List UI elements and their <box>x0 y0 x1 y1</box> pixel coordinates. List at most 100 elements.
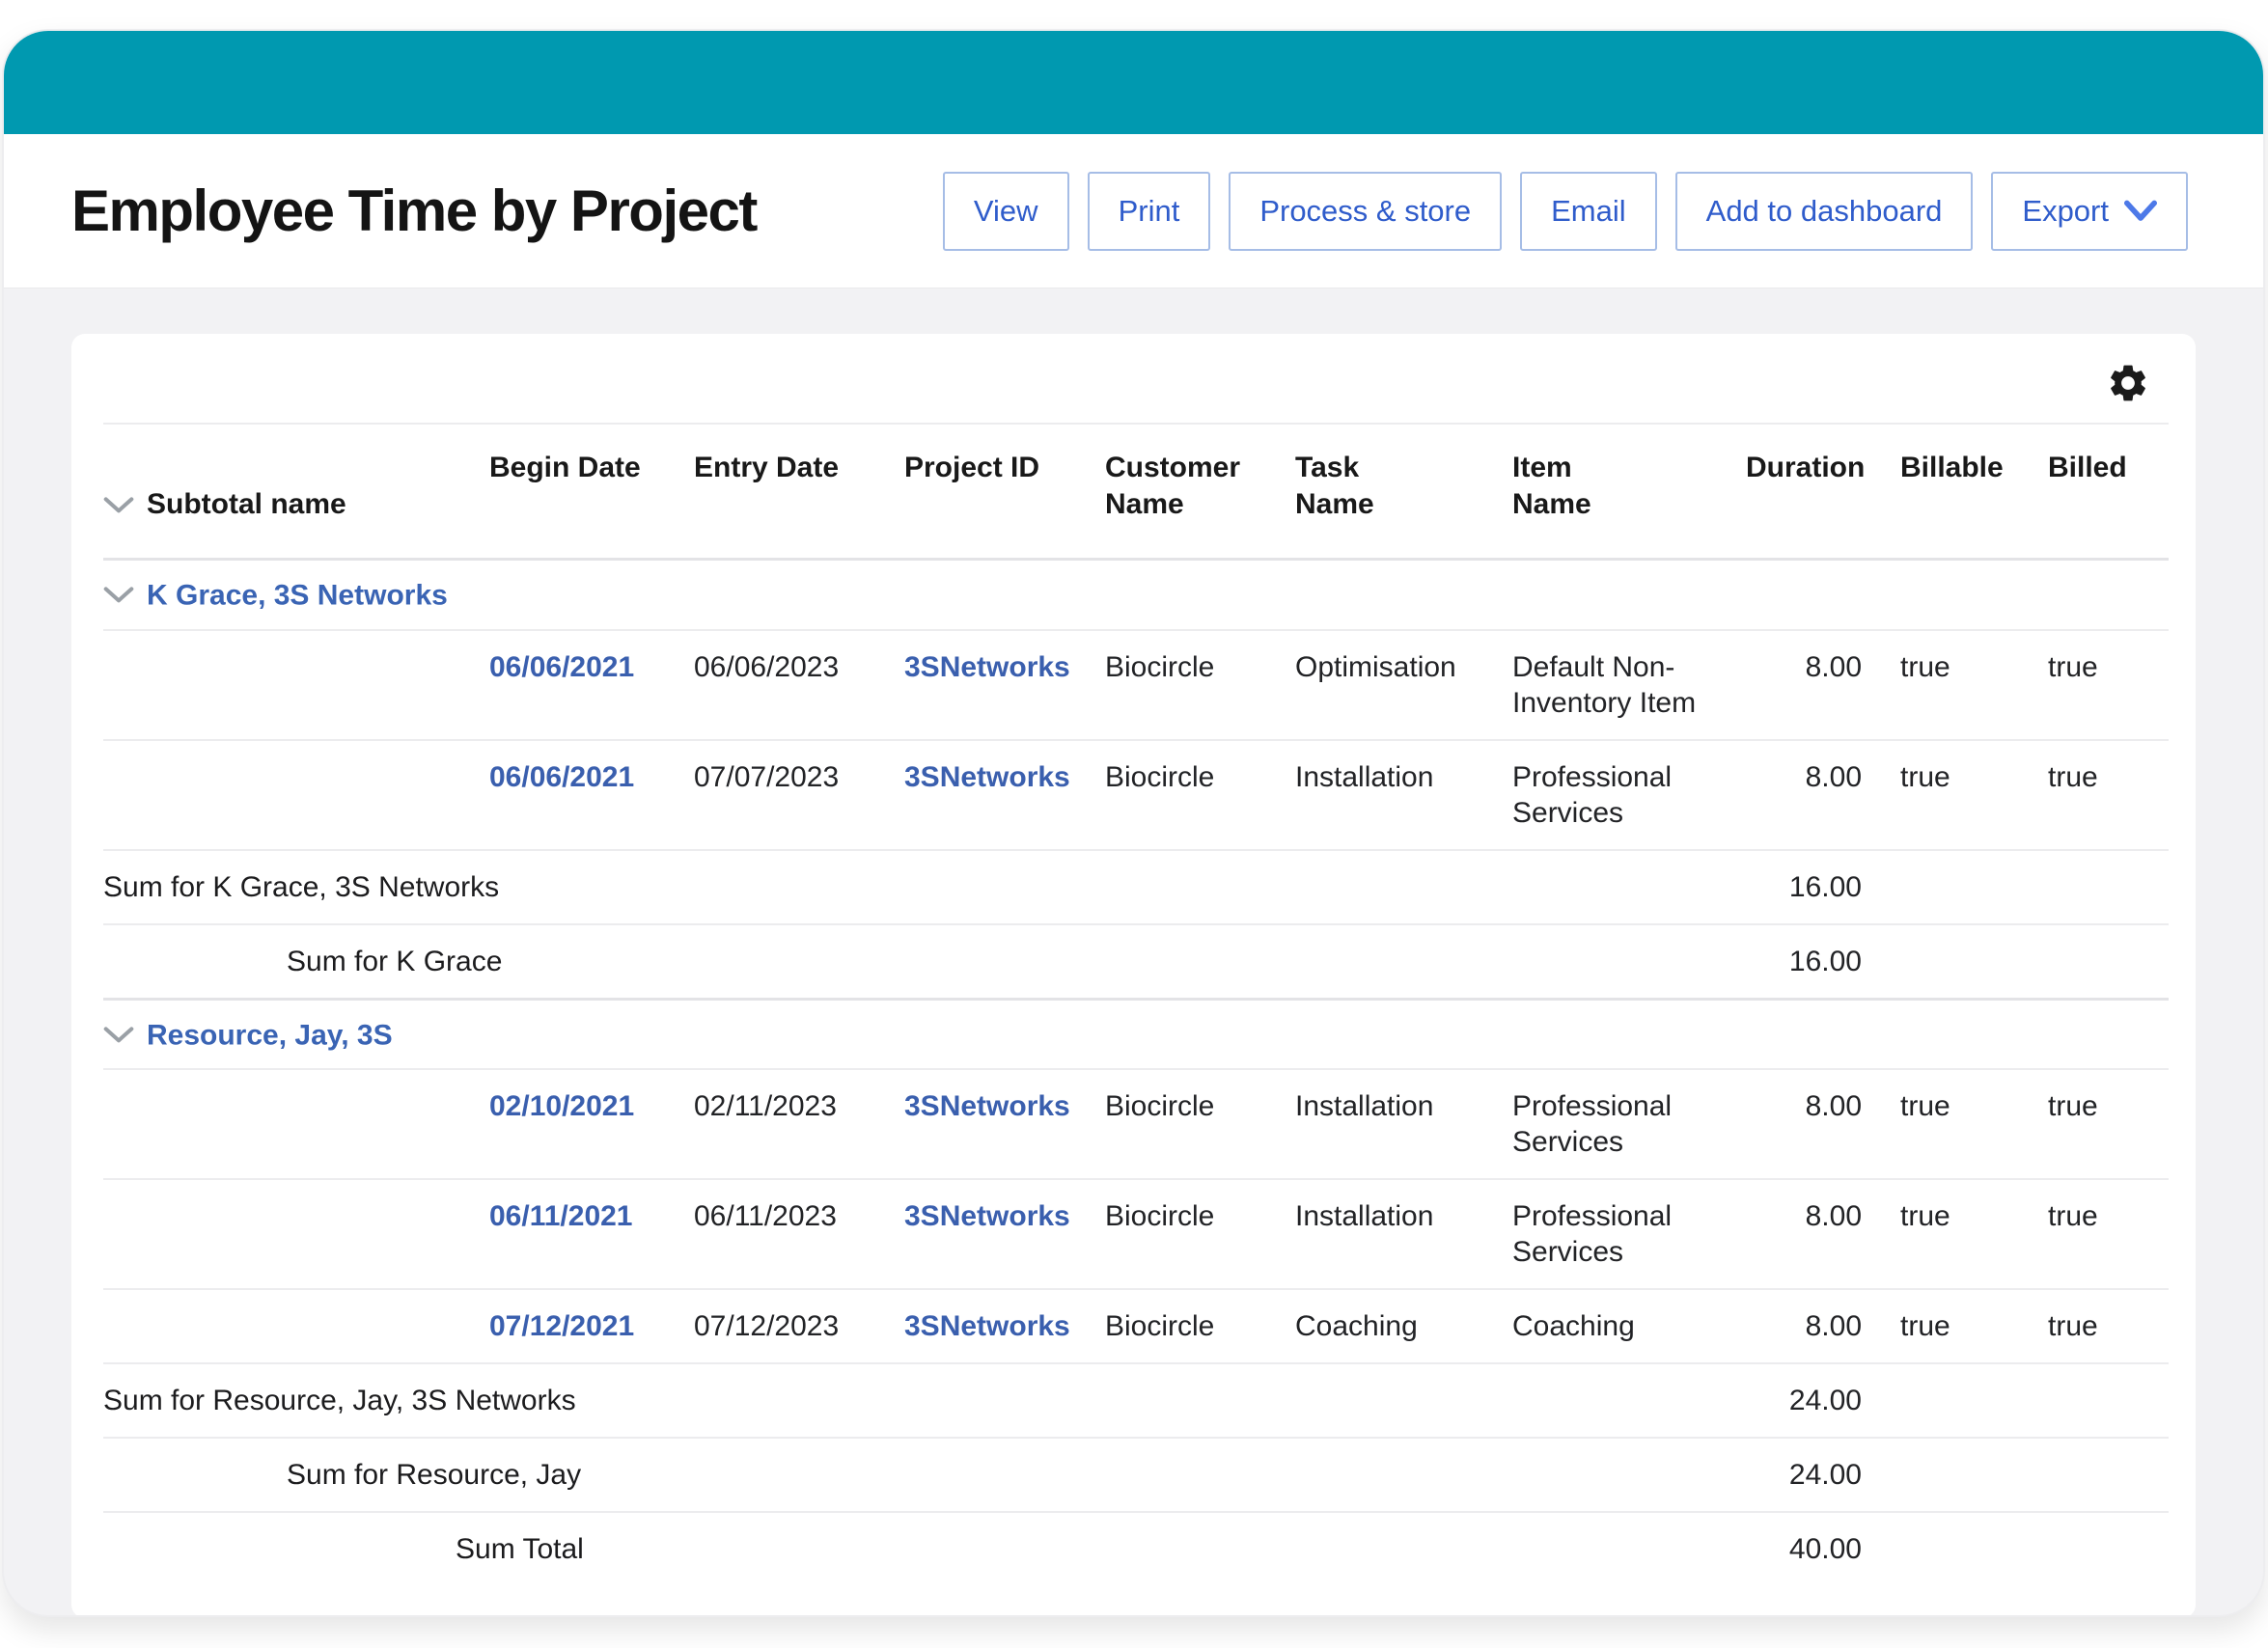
report-card: Subtotal name Begin Date Entry Date Proj… <box>71 334 2196 1617</box>
project-id-link[interactable]: 3SNetworks <box>904 1310 1070 1342</box>
customer-name-cell: Biocircle <box>1105 1289 1295 1363</box>
duration-cell: 8.00 <box>1746 1179 1900 1289</box>
sum-label: Sum for Resource, Jay <box>103 1438 1746 1512</box>
chevron-down-icon[interactable] <box>103 495 134 516</box>
table-row: 06/11/2021 06/11/20233SNetworks BiocircleI… <box>103 1179 2169 1289</box>
begin-date-link[interactable]: 02/10/2021 <box>489 1090 634 1122</box>
sum-label: Sum for K Grace, 3S Networks <box>103 850 1746 924</box>
print-button[interactable]: Print <box>1088 172 1211 251</box>
process-and-store-button[interactable]: Process & store <box>1229 172 1502 251</box>
view-button-label: View <box>974 194 1038 229</box>
subtotal-cell <box>103 1069 489 1179</box>
group-label-link[interactable]: Resource, Jay, 3S <box>147 1019 393 1051</box>
toolbar: View Print Process & store Email Add to … <box>943 172 2188 251</box>
customer-name-cell: Biocircle <box>1105 740 1295 850</box>
gear-icon[interactable] <box>2106 361 2150 405</box>
billable-cell: true <box>1900 1069 2048 1179</box>
chevron-down-icon[interactable] <box>103 1025 134 1046</box>
email-button[interactable]: Email <box>1520 172 1657 251</box>
chevron-down-icon[interactable] <box>103 585 134 606</box>
sum-duration-value: 24.00 <box>1746 1438 1900 1512</box>
item-name-cell: Professional Services <box>1512 740 1746 850</box>
group-header-cell: Resource, Jay, 3S <box>103 999 2169 1069</box>
billed-cell: true <box>2048 630 2169 740</box>
subtotal-cell <box>103 740 489 850</box>
customer-name-cell: Biocircle <box>1105 1069 1295 1179</box>
column-header-billable: Billable <box>1900 424 2048 560</box>
billable-cell: true <box>1900 740 2048 850</box>
begin-date-link[interactable]: 06/11/2021 <box>489 1200 633 1232</box>
duration-cell: 8.00 <box>1746 1289 1900 1363</box>
group-header-cell: K Grace, 3S Networks <box>103 560 2169 630</box>
sum-duration-value: 40.00 <box>1746 1512 1900 1585</box>
entry-date-cell: 07/07/2023 <box>694 740 904 850</box>
column-header-begin-date: Begin Date <box>489 424 694 560</box>
column-header-project-id: Project ID <box>904 424 1105 560</box>
duration-cell: 8.00 <box>1746 1069 1900 1179</box>
project-id-cell: 3SNetworks <box>904 740 1105 850</box>
column-header-entry-date: Entry Date <box>694 424 904 560</box>
project-id-link[interactable]: 3SNetworks <box>904 651 1070 683</box>
begin-date-cell: 06/06/2021 <box>489 740 694 850</box>
sum-row: Sum for Resource, Jay24.00 <box>103 1438 2169 1512</box>
sum-duration-value: 16.00 <box>1746 924 1900 1000</box>
empty-cell <box>1900 1512 2048 1585</box>
sum-row: Sum Total40.00 <box>103 1512 2169 1585</box>
project-id-cell: 3SNetworks <box>904 1289 1105 1363</box>
begin-date-link[interactable]: 06/06/2021 <box>489 651 634 683</box>
export-button[interactable]: Export <box>1991 172 2188 251</box>
column-header-subtotal-name: Subtotal name <box>103 424 489 560</box>
empty-cell <box>1900 1363 2048 1438</box>
billed-cell: true <box>2048 1069 2169 1179</box>
view-button[interactable]: View <box>943 172 1069 251</box>
sum-label: Sum for K Grace <box>103 924 1746 1000</box>
billed-cell: true <box>2048 740 2169 850</box>
process-and-store-button-label: Process & store <box>1259 194 1471 229</box>
add-to-dashboard-button[interactable]: Add to dashboard <box>1675 172 1974 251</box>
entry-date-cell: 06/11/2023 <box>694 1179 904 1289</box>
sum-row: Sum for K Grace, 3S Networks16.00 <box>103 850 2169 924</box>
project-id-cell: 3SNetworks <box>904 1069 1105 1179</box>
report-body: Subtotal name Begin Date Entry Date Proj… <box>4 288 2263 1617</box>
entry-date-cell: 02/11/2023 <box>694 1069 904 1179</box>
page-title: Employee Time by Project <box>71 178 757 244</box>
begin-date-link[interactable]: 07/12/2021 <box>489 1310 634 1342</box>
table-row: 06/06/2021 06/06/20233SNetworks BiocircleO… <box>103 630 2169 740</box>
chevron-down-icon <box>2124 199 2157 224</box>
group-header-row: Resource, Jay, 3S <box>103 999 2169 1069</box>
sum-label: Sum for Resource, Jay, 3S Networks <box>103 1363 1746 1438</box>
task-name-cell: Coaching <box>1295 1289 1512 1363</box>
customer-name-cell: Biocircle <box>1105 1179 1295 1289</box>
column-header-customer-name: Customer Name <box>1105 424 1295 560</box>
item-name-cell: Default Non-Inventory Item <box>1512 630 1746 740</box>
empty-cell <box>2048 1438 2169 1512</box>
item-name-cell: Coaching <box>1512 1289 1746 1363</box>
report-widget: Employee Time by Project View Print Proc… <box>2 29 2265 1617</box>
table-row: 07/12/202107/12/20233SNetworksBiocircleC… <box>103 1289 2169 1363</box>
email-button-label: Email <box>1551 194 1626 229</box>
begin-date-cell: 06/06/2021 <box>489 630 694 740</box>
empty-cell <box>1900 924 2048 1000</box>
project-id-link[interactable]: 3SNetworks <box>904 1200 1070 1232</box>
customer-name-cell: Biocircle <box>1105 630 1295 740</box>
title-band: Employee Time by Project View Print Proc… <box>4 134 2263 288</box>
report-table-body: K Grace, 3S Networks 06/06/2021 06/06/2023… <box>103 560 2169 1586</box>
subtotal-cell <box>103 1289 489 1363</box>
group-label-link[interactable]: K Grace, 3S Networks <box>147 580 448 612</box>
project-id-link[interactable]: 3SNetworks <box>904 761 1070 793</box>
sum-label: Sum Total <box>103 1512 1746 1585</box>
task-name-cell: Installation <box>1295 1179 1512 1289</box>
begin-date-link[interactable]: 06/06/2021 <box>489 761 634 793</box>
entry-date-cell: 06/06/2023 <box>694 630 904 740</box>
empty-cell <box>1900 1438 2048 1512</box>
task-name-cell: Optimisation <box>1295 630 1512 740</box>
begin-date-cell: 06/11/2021 <box>489 1179 694 1289</box>
item-name-cell: Professional Services <box>1512 1069 1746 1179</box>
billable-cell: true <box>1900 1179 2048 1289</box>
duration-cell: 8.00 <box>1746 740 1900 850</box>
project-id-cell: 3SNetworks <box>904 1179 1105 1289</box>
sum-duration-value: 24.00 <box>1746 1363 1900 1438</box>
project-id-link[interactable]: 3SNetworks <box>904 1090 1070 1122</box>
column-header-billed: Billed <box>2048 424 2169 560</box>
empty-cell <box>2048 1512 2169 1585</box>
